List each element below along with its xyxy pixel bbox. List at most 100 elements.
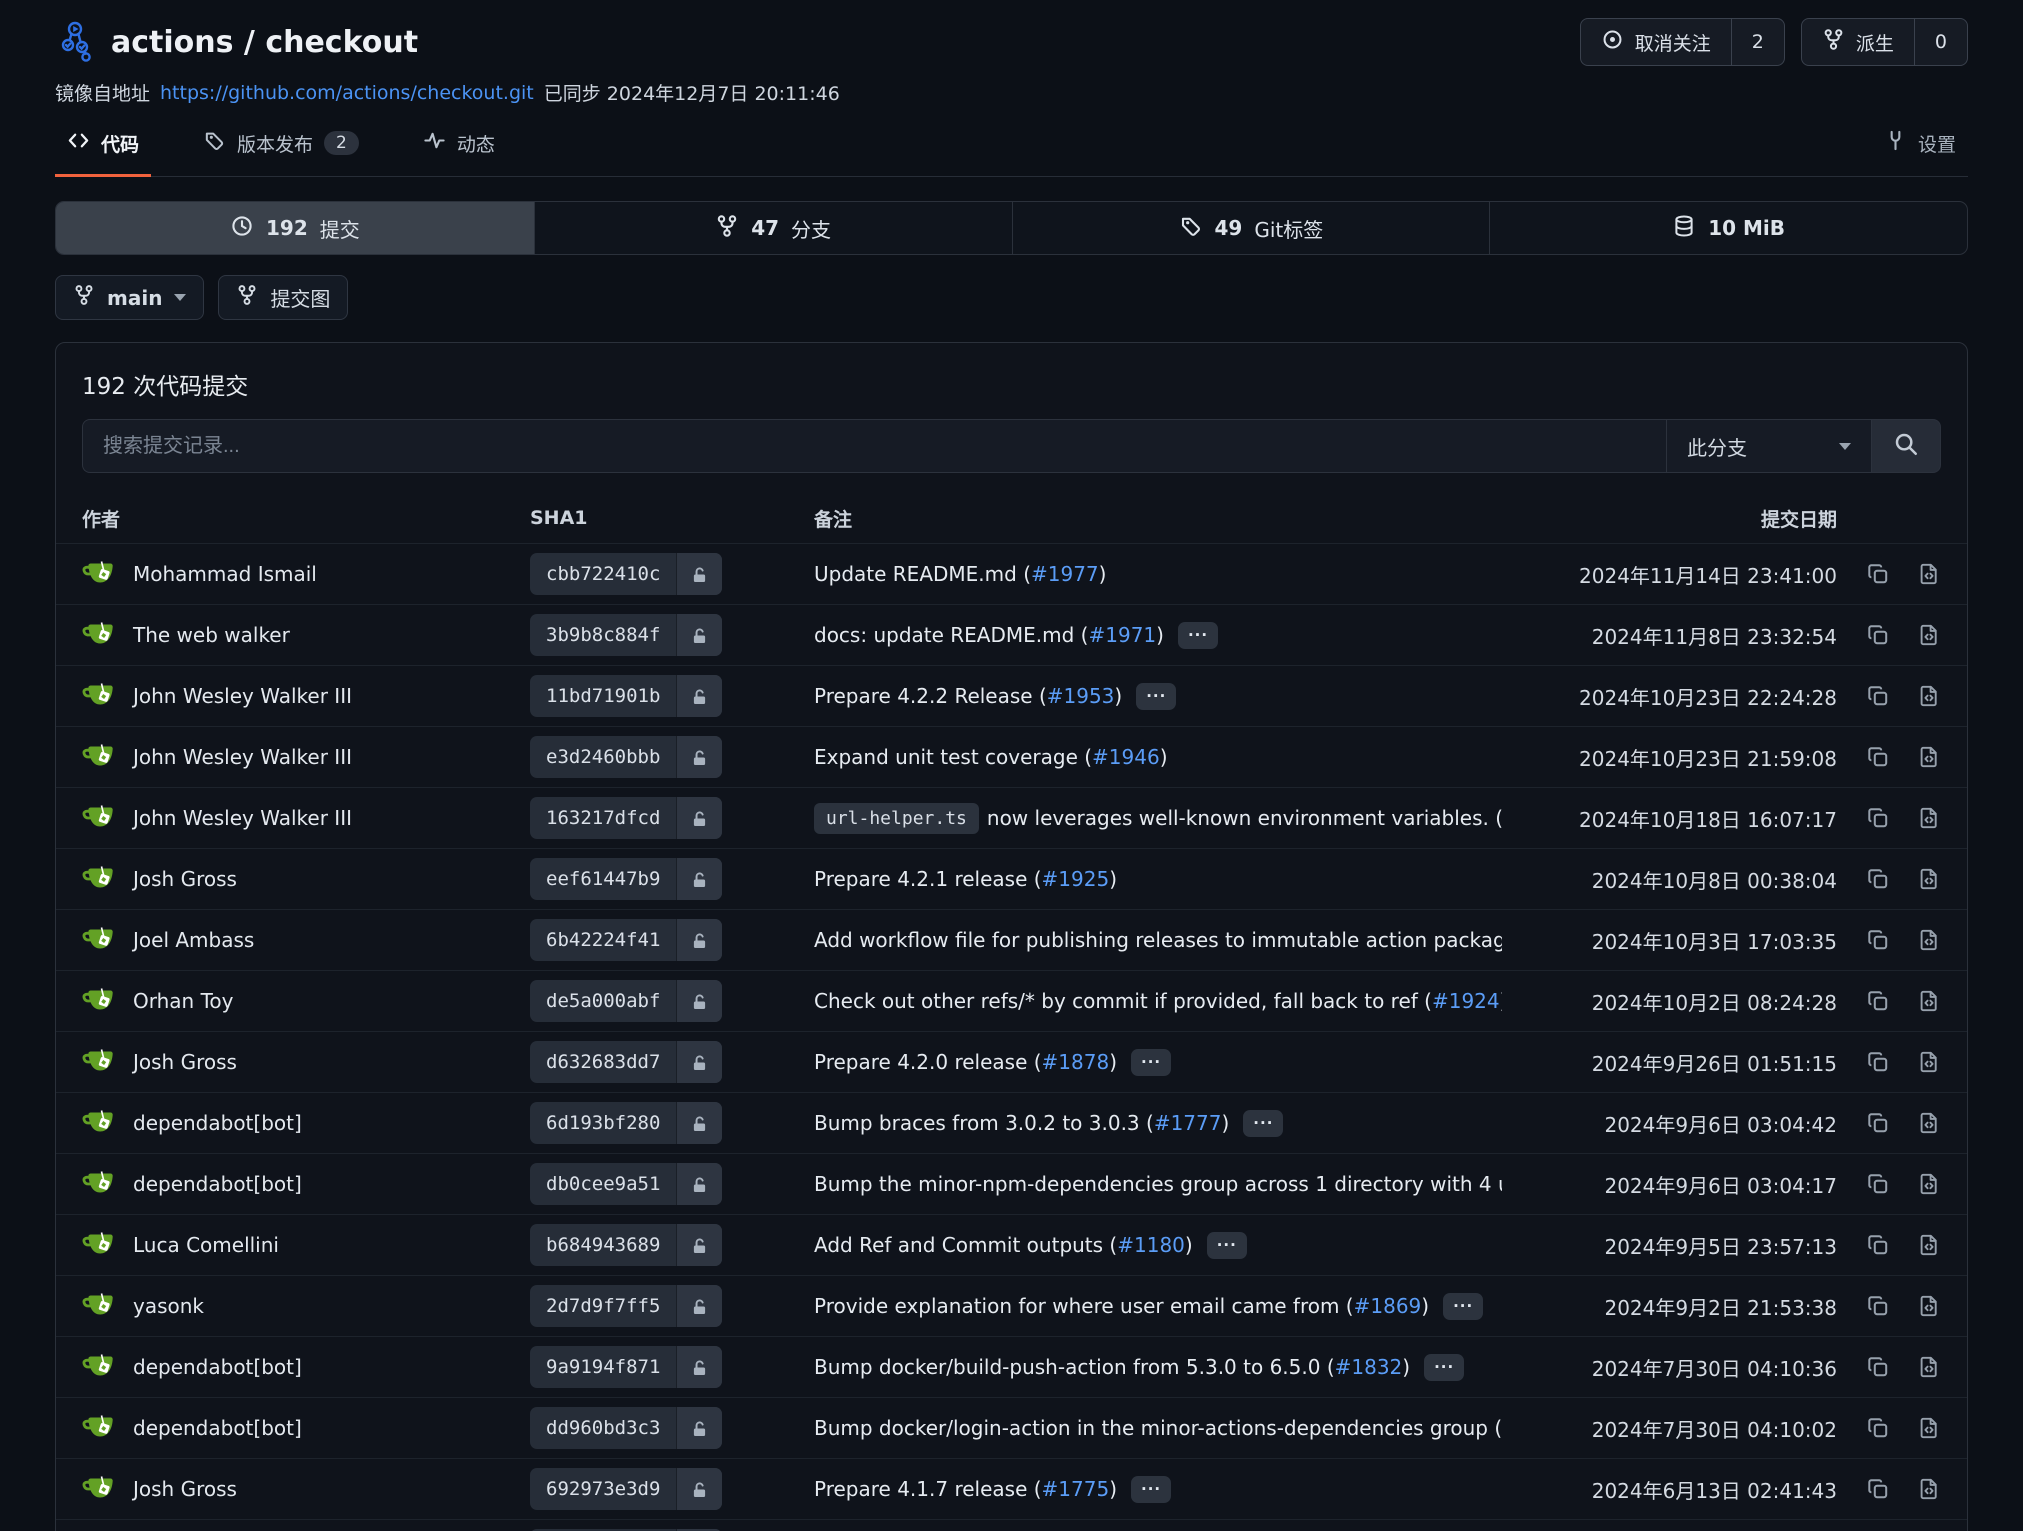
issue-link[interactable]: #1946	[1092, 745, 1160, 769]
expand-message-button[interactable]: ···	[1131, 1476, 1171, 1503]
copy-sha-icon[interactable]	[1866, 1416, 1890, 1440]
sha-badge[interactable]: d632683dd7	[530, 1041, 722, 1083]
author-name[interactable]: Luca Comellini	[133, 1233, 279, 1257]
sha-badge[interactable]: 9a9194f871	[530, 1346, 722, 1388]
stat-size[interactable]: 10 MiB	[1489, 202, 1967, 254]
stat-commits[interactable]: 192 提交	[56, 202, 534, 254]
sha-badge[interactable]: b684943689	[530, 1224, 722, 1266]
copy-sha-icon[interactable]	[1866, 684, 1890, 708]
author-name[interactable]: Joel Ambass	[133, 928, 254, 952]
commit-message-text[interactable]: Update README.md (	[814, 562, 1031, 586]
copy-sha-icon[interactable]	[1866, 1111, 1890, 1135]
commit-message-text[interactable]: Expand unit test coverage (	[814, 745, 1092, 769]
browse-source-icon[interactable]	[1917, 989, 1941, 1013]
copy-sha-icon[interactable]	[1866, 1294, 1890, 1318]
copy-sha-icon[interactable]	[1866, 867, 1890, 891]
commit-message-text[interactable]: Bump braces from 3.0.2 to 3.0.3 (	[814, 1111, 1154, 1135]
issue-link[interactable]: #1777	[1154, 1111, 1222, 1135]
sha-badge[interactable]: de5a000abf	[530, 980, 722, 1022]
browse-source-icon[interactable]	[1917, 1172, 1941, 1196]
browse-source-icon[interactable]	[1917, 928, 1941, 952]
commit-message-text[interactable]: Check out other refs/* by commit if prov…	[814, 989, 1432, 1013]
copy-sha-icon[interactable]	[1866, 562, 1890, 586]
copy-sha-icon[interactable]	[1866, 1233, 1890, 1257]
sha-badge[interactable]: e3d2460bbb	[530, 736, 722, 778]
author-name[interactable]: dependabot[bot]	[133, 1111, 302, 1135]
browse-source-icon[interactable]	[1917, 806, 1941, 830]
issue-link[interactable]: #1832	[1335, 1355, 1403, 1379]
commit-message-text[interactable]: now leverages well-known environment var…	[987, 806, 1502, 830]
issue-link[interactable]: #1925	[1042, 867, 1110, 891]
author-name[interactable]: Orhan Toy	[133, 989, 233, 1013]
commit-message-text[interactable]: Bump docker/build-push-action from 5.3.0…	[814, 1355, 1335, 1379]
browse-source-icon[interactable]	[1917, 867, 1941, 891]
browse-source-icon[interactable]	[1917, 1416, 1941, 1440]
fork-button[interactable]: 派生 0	[1801, 18, 1968, 66]
mirror-url-link[interactable]: https://github.com/actions/checkout.git	[160, 82, 534, 104]
issue-link[interactable]: #1977	[1031, 562, 1099, 586]
browse-source-icon[interactable]	[1917, 1294, 1941, 1318]
commit-message-text[interactable]: Bump docker/login-action in the minor-ac…	[814, 1416, 1502, 1440]
issue-link[interactable]: #1953	[1047, 684, 1115, 708]
author-name[interactable]: dependabot[bot]	[133, 1416, 302, 1440]
copy-sha-icon[interactable]	[1866, 1355, 1890, 1379]
issue-link[interactable]: #1878	[1042, 1050, 1110, 1074]
author-name[interactable]: The web walker	[133, 623, 290, 647]
copy-sha-icon[interactable]	[1866, 1477, 1890, 1501]
author-name[interactable]: yasonk	[133, 1294, 204, 1318]
expand-message-button[interactable]: ···	[1424, 1354, 1464, 1381]
issue-link[interactable]: #1775	[1042, 1477, 1110, 1501]
expand-message-button[interactable]: ···	[1443, 1293, 1483, 1320]
copy-sha-icon[interactable]	[1866, 745, 1890, 769]
commit-message-text[interactable]: Prepare 4.2.0 release (	[814, 1050, 1042, 1074]
browse-source-icon[interactable]	[1917, 623, 1941, 647]
author-name[interactable]: dependabot[bot]	[133, 1172, 302, 1196]
sha-badge[interactable]: 163217dfcd	[530, 797, 722, 839]
commit-message-text[interactable]: Provide explanation for where user email…	[814, 1294, 1354, 1318]
sha-badge[interactable]: 692973e3d9	[530, 1468, 722, 1510]
repo-title-text[interactable]: actions / checkout	[111, 25, 418, 60]
commit-graph-button[interactable]: 提交图	[218, 275, 348, 320]
commit-message-text[interactable]: Add Ref and Commit outputs (	[814, 1233, 1117, 1257]
tab-settings[interactable]: 设置	[1872, 116, 1968, 177]
commit-message-text[interactable]: docs: update README.md (	[814, 623, 1088, 647]
commit-message-text[interactable]: Prepare 4.1.7 release (	[814, 1477, 1042, 1501]
watch-count[interactable]: 2	[1731, 19, 1784, 65]
commit-message-text[interactable]: Prepare 4.2.2 Release (	[814, 684, 1047, 708]
expand-message-button[interactable]: ···	[1178, 622, 1218, 649]
sha-badge[interactable]: cbb722410c	[530, 553, 722, 595]
copy-sha-icon[interactable]	[1866, 806, 1890, 830]
tab-code[interactable]: 代码	[55, 116, 151, 177]
sha-badge[interactable]: eef61447b9	[530, 858, 722, 900]
browse-source-icon[interactable]	[1917, 1233, 1941, 1257]
issue-link[interactable]: #1180	[1117, 1233, 1185, 1257]
commit-message-text[interactable]: Add workflow file for publishing release…	[814, 928, 1502, 952]
author-name[interactable]: Josh Gross	[133, 867, 237, 891]
author-name[interactable]: Josh Gross	[133, 1477, 237, 1501]
search-commits-input[interactable]	[82, 419, 1666, 473]
author-name[interactable]: John Wesley Walker III	[133, 806, 352, 830]
browse-source-icon[interactable]	[1917, 562, 1941, 586]
sha-badge[interactable]: 6b42224f41	[530, 919, 722, 961]
commit-message-text[interactable]: Bump the minor-npm-dependencies group ac…	[814, 1172, 1502, 1196]
author-name[interactable]: John Wesley Walker III	[133, 745, 352, 769]
browse-source-icon[interactable]	[1917, 1111, 1941, 1135]
branch-selector[interactable]: main	[55, 275, 204, 320]
commit-message-text[interactable]: Prepare 4.2.1 release (	[814, 867, 1042, 891]
browse-source-icon[interactable]	[1917, 684, 1941, 708]
issue-link[interactable]: #1869	[1354, 1294, 1422, 1318]
author-name[interactable]: Josh Gross	[133, 1050, 237, 1074]
sha-badge[interactable]: 11bd71901b	[530, 675, 722, 717]
sha-badge[interactable]: 6d193bf280	[530, 1102, 722, 1144]
author-name[interactable]: dependabot[bot]	[133, 1355, 302, 1379]
issue-link[interactable]: #1924	[1432, 989, 1500, 1013]
sha-badge[interactable]: 2d7d9f7ff5	[530, 1285, 722, 1327]
author-name[interactable]: John Wesley Walker III	[133, 684, 352, 708]
issue-link[interactable]: #1971	[1088, 623, 1156, 647]
copy-sha-icon[interactable]	[1866, 623, 1890, 647]
stat-branches[interactable]: 47 分支	[534, 202, 1012, 254]
browse-source-icon[interactable]	[1917, 745, 1941, 769]
copy-sha-icon[interactable]	[1866, 1172, 1890, 1196]
expand-message-button[interactable]: ···	[1131, 1049, 1171, 1076]
search-button[interactable]	[1871, 419, 1941, 473]
